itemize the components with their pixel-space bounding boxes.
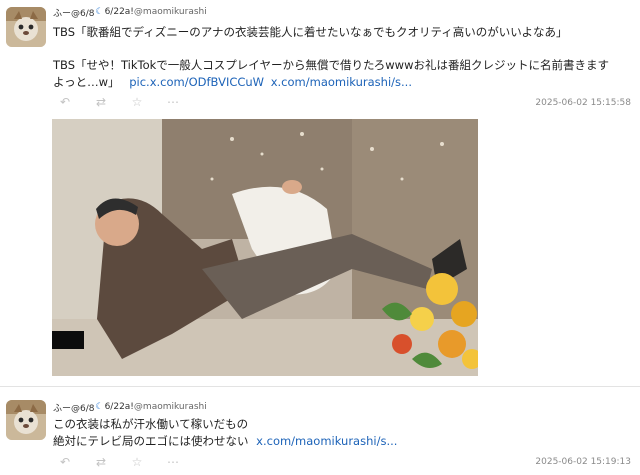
crescent-moon-icon: ☾ [95, 402, 104, 412]
reply-icon[interactable]: ↶ [58, 456, 72, 468]
avatar-image [6, 7, 46, 47]
display-name[interactable]: ふー@6/8 [53, 401, 95, 414]
avatar[interactable] [6, 400, 46, 440]
avatar-image [6, 400, 46, 440]
tweet-actions: ↶ ⇄ ☆ ⋯ [58, 456, 180, 468]
tweet-text-line-3: よっと…w」 pic.x.com/ODfBVICCuW x.com/maomik… [53, 74, 633, 91]
like-icon[interactable]: ☆ [130, 96, 144, 108]
photo-content [52, 119, 478, 376]
more-icon[interactable]: ⋯ [166, 456, 180, 468]
like-icon[interactable]: ☆ [130, 456, 144, 468]
tweet-text-line-1: TBS「歌番組でディズニーのアナの衣装芸能人に着せたいなぁでもクオリティ高いのが… [53, 25, 568, 39]
timestamp[interactable]: 2025-06-02 15:15:58 [535, 98, 631, 108]
timestamp[interactable]: 2025-06-02 15:19:13 [535, 457, 631, 467]
media-link[interactable]: pic.x.com/ODfBVICCuW [129, 75, 264, 89]
tweet-text-line-2: TBS「せや！TikTokで一般人コスプレイヤーから無償で借りたろwwwお礼は番… [53, 58, 609, 72]
tweet-card: ふー@6/8 ☾ 6/22a! @maomikurashi TBS「歌番組でディ… [0, 0, 640, 386]
user-handle[interactable]: @maomikurashi [134, 402, 207, 412]
reply-icon[interactable]: ↶ [58, 96, 72, 108]
tweet-text-line-1: この衣装は私が汗水働いて稼いだもの [53, 417, 249, 431]
tweet-header: ふー@6/8 ☾ 6/22a! @maomikurashi [53, 5, 207, 19]
tweet-actions: ↶ ⇄ ☆ ⋯ [58, 96, 180, 108]
retweet-icon[interactable]: ⇄ [94, 456, 108, 468]
tweet-divider [0, 386, 640, 387]
status-link[interactable]: x.com/maomikurashi/s... [271, 75, 412, 89]
tweet-text-line-3-text: よっと…w」 [53, 75, 120, 89]
tweet-card: ふー@6/8 ☾ 6/22a! @maomikurashi この衣装は私が汗水働… [0, 390, 640, 475]
display-name-suffix[interactable]: 6/22a! [105, 402, 134, 412]
more-icon[interactable]: ⋯ [166, 96, 180, 108]
tweet-text-line-2: 絶対にテレビ局のエゴには使わせない x.com/maomikurashi/s..… [53, 433, 633, 450]
user-handle[interactable]: @maomikurashi [134, 7, 207, 17]
tweet-header: ふー@6/8 ☾ 6/22a! @maomikurashi [53, 400, 207, 414]
tweet-text-line-2-text: 絶対にテレビ局のエゴには使わせない [53, 434, 249, 448]
attached-photo[interactable] [52, 119, 478, 376]
avatar[interactable] [6, 7, 46, 47]
status-link[interactable]: x.com/maomikurashi/s... [256, 434, 397, 448]
retweet-icon[interactable]: ⇄ [94, 96, 108, 108]
crescent-moon-icon: ☾ [95, 7, 104, 17]
display-name[interactable]: ふー@6/8 [53, 6, 95, 19]
display-name-suffix[interactable]: 6/22a! [105, 7, 134, 17]
